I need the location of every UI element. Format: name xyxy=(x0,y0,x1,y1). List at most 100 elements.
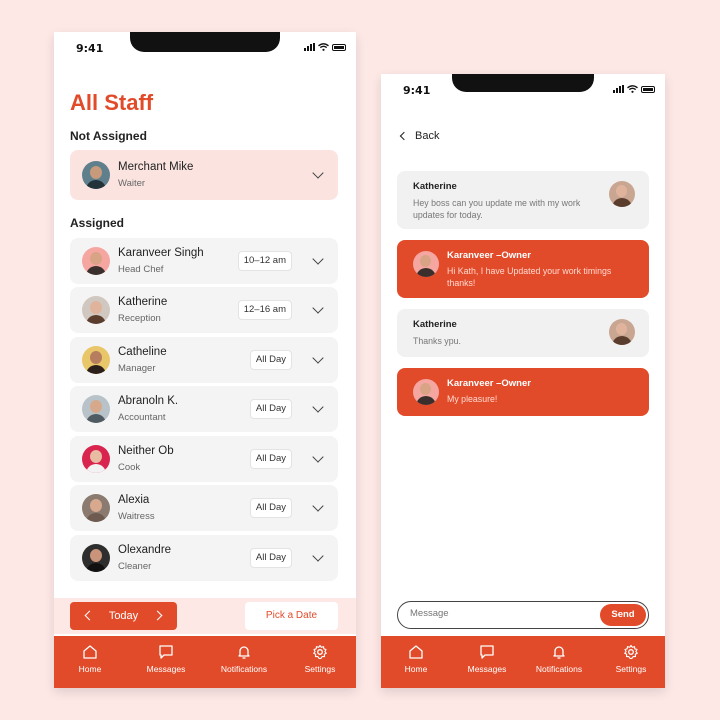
status-time: 9:41 xyxy=(76,42,104,55)
nav-item-notifications[interactable]: Notifications xyxy=(524,644,594,674)
chevron-down-icon[interactable] xyxy=(312,500,324,512)
status-icons xyxy=(304,43,346,51)
chevron-down-icon[interactable] xyxy=(312,550,324,562)
nav-label: Notifications xyxy=(535,664,583,674)
staff-card[interactable]: Alexia Waitress All Day xyxy=(70,485,338,531)
nav-label: Settings xyxy=(615,664,647,674)
chevron-down-icon[interactable] xyxy=(312,401,324,413)
nav-item-settings[interactable]: Settings xyxy=(596,644,665,674)
avatar xyxy=(609,181,635,207)
avatar xyxy=(82,445,110,473)
gear-icon xyxy=(313,644,327,659)
nav-item-home[interactable]: Home xyxy=(55,644,125,674)
avatar xyxy=(82,494,110,522)
staff-role: Head Chef xyxy=(118,264,164,275)
staff-role: Waiter xyxy=(118,178,146,189)
shift-time-badge: 10–12 am xyxy=(237,251,292,271)
chevron-down-icon[interactable] xyxy=(312,451,324,463)
staff-name: Neither Ob xyxy=(118,445,174,457)
message-text: Thanks ypu. xyxy=(413,336,461,346)
chevron-down-icon[interactable] xyxy=(312,167,324,179)
message-icon xyxy=(159,645,173,659)
staff-role: Reception xyxy=(118,313,161,324)
message-text: Hi Kath, I have Updated your work timing… xyxy=(447,266,612,288)
shift-time-badge: All Day xyxy=(249,399,292,419)
chevron-left-icon xyxy=(399,131,409,141)
bottom-nav: Home Messages Notifications Settings xyxy=(381,636,665,688)
battery-icon xyxy=(332,44,346,51)
message-sender: Karanveer –Owner xyxy=(447,250,531,261)
nav-item-notifications[interactable]: Notifications xyxy=(209,644,279,674)
status-time: 9:41 xyxy=(403,84,431,97)
staff-card[interactable]: Neither Ob Cook All Day xyxy=(70,436,338,482)
status-icons xyxy=(613,85,655,93)
staff-role: Waitress xyxy=(118,511,155,522)
staff-card[interactable]: Katherine Reception 12–16 am xyxy=(70,287,338,333)
message-bubble-outgoing: Karanveer –Owner Hi Kath, I have Updated… xyxy=(397,240,649,298)
chat-screen: 9:41 Back Katherine Hey boss can you upd… xyxy=(381,74,665,688)
wifi-icon xyxy=(627,85,638,93)
avatar xyxy=(82,346,110,374)
nav-item-messages[interactable]: Messages xyxy=(131,644,201,674)
nav-label: Notifications xyxy=(220,664,268,674)
staff-role: Cleaner xyxy=(118,561,152,572)
staff-card[interactable]: Catheline Manager All Day xyxy=(70,337,338,383)
staff-role: Cook xyxy=(118,462,141,473)
staff-name: Abranoln K. xyxy=(118,395,179,407)
staff-card[interactable]: Olexandre Cleaner All Day xyxy=(70,535,338,581)
nav-item-settings[interactable]: Settings xyxy=(285,644,355,674)
staff-name: Alexia xyxy=(118,494,150,506)
gear-icon xyxy=(624,644,638,659)
signal-icon xyxy=(304,43,315,51)
staff-role: Accountant xyxy=(118,412,166,423)
staff-name: Olexandre xyxy=(118,544,172,556)
nav-label: Settings xyxy=(304,664,336,674)
message-sender: Katherine xyxy=(413,319,457,330)
staff-name: Karanveer Singh xyxy=(118,247,204,259)
home-icon xyxy=(409,645,423,659)
message-composer: Send xyxy=(397,601,649,629)
avatar xyxy=(82,296,110,324)
staff-card-unassigned[interactable]: Merchant Mike Waiter xyxy=(70,150,338,200)
back-label: Back xyxy=(415,130,440,142)
message-icon xyxy=(480,645,494,659)
message-input[interactable] xyxy=(410,608,590,619)
avatar xyxy=(413,251,439,277)
message-sender: Karanveer –Owner xyxy=(447,378,531,389)
avatar xyxy=(82,161,110,189)
shift-time-badge: All Day xyxy=(249,548,292,568)
nav-item-messages[interactable]: Messages xyxy=(452,644,522,674)
staff-screen: 9:41 All Staff Not Assigned Merchant Mik… xyxy=(54,32,356,688)
phone-notch xyxy=(452,74,594,92)
message-bubble-incoming: Katherine Thanks ypu. xyxy=(397,309,649,357)
signal-icon xyxy=(613,85,624,93)
nav-label: Messages xyxy=(467,664,507,674)
message-text: My pleasure! xyxy=(447,394,498,404)
not-assigned-heading: Not Assigned xyxy=(70,129,147,143)
back-button[interactable]: Back xyxy=(399,130,440,142)
chevron-down-icon[interactable] xyxy=(312,352,324,364)
nav-item-home[interactable]: Home xyxy=(381,644,451,674)
assigned-heading: Assigned xyxy=(70,216,125,230)
message-bubble-incoming: Katherine Hey boss can you update me wit… xyxy=(397,171,649,229)
avatar xyxy=(82,247,110,275)
staff-name: Catheline xyxy=(118,346,167,358)
pick-date-button[interactable]: Pick a Date xyxy=(245,602,338,630)
staff-card[interactable]: Abranoln K. Accountant All Day xyxy=(70,386,338,432)
avatar xyxy=(609,319,635,345)
nav-label: Messages xyxy=(146,664,186,674)
staff-card[interactable]: Karanveer Singh Head Chef 10–12 am xyxy=(70,238,338,284)
send-button[interactable]: Send xyxy=(600,604,646,626)
staff-name: Katherine xyxy=(118,296,168,308)
staff-role: Manager xyxy=(118,363,156,374)
chevron-down-icon[interactable] xyxy=(312,302,324,314)
nav-label: Home xyxy=(78,664,102,674)
page-title: All Staff xyxy=(70,90,154,115)
shift-time-badge: All Day xyxy=(249,449,292,469)
phone-notch xyxy=(130,32,280,52)
shift-time-badge: All Day xyxy=(249,350,292,370)
chevron-down-icon[interactable] xyxy=(312,253,324,265)
avatar xyxy=(82,544,110,572)
wifi-icon xyxy=(318,43,329,51)
bottom-nav: Home Messages Notifications Settings xyxy=(54,636,356,688)
